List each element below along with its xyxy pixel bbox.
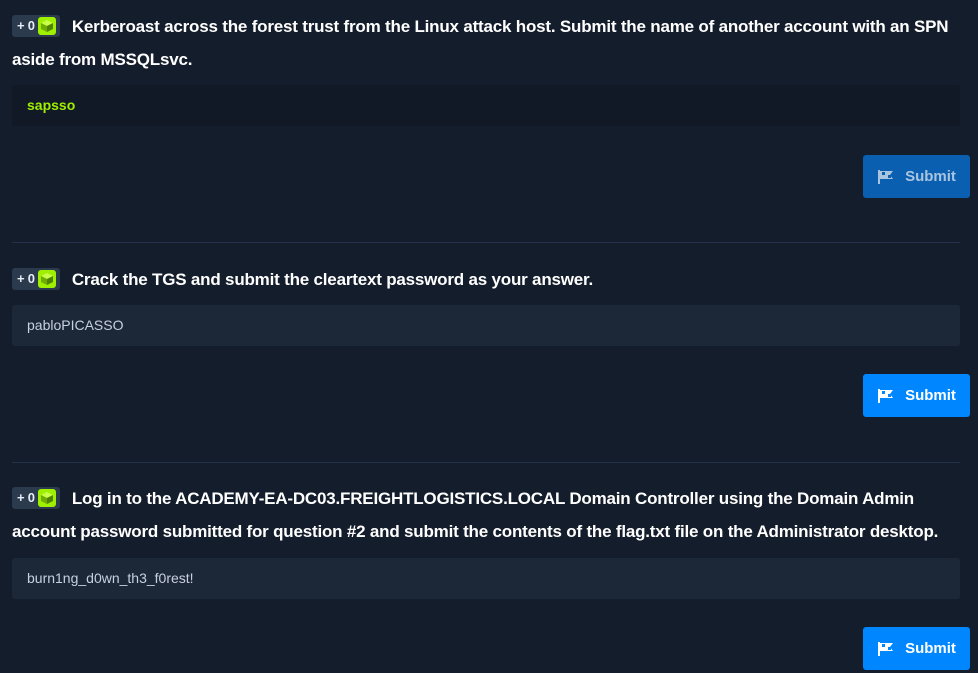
flag-icon — [878, 169, 894, 184]
answer-field[interactable]: burn1ng_d0wn_th3_f0rest! — [12, 558, 960, 599]
submit-label: Submit — [905, 640, 956, 657]
question-1-header: + 0 Kerberoast across the forest trust f… — [12, 10, 960, 76]
divider — [12, 242, 960, 243]
question-2-header: + 0 Crack the TGS and submit the clearte… — [12, 263, 960, 296]
question-text: Crack the TGS and submit the cleartext p… — [71, 270, 594, 289]
cube-icon — [37, 17, 56, 35]
submit-label: Submit — [905, 387, 956, 404]
question-3-header: + 0 Log in to the ACADEMY-EA-DC03.FREIGH… — [12, 482, 960, 548]
question-3: + 0 Log in to the ACADEMY-EA-DC03.FREIGH… — [12, 482, 960, 599]
flag-icon — [878, 388, 894, 403]
questions-panel: + 0 Kerberoast across the forest trust f… — [0, 0, 978, 673]
submit-button[interactable]: Submit — [863, 627, 970, 670]
submit-button[interactable]: Submit — [863, 155, 970, 198]
cube-icon — [37, 489, 56, 507]
answer-field[interactable]: pabloPICASSO — [12, 305, 960, 346]
question-1: + 0 Kerberoast across the forest trust f… — [12, 10, 960, 126]
cube-icon — [37, 270, 56, 288]
points-badge: + 0 — [12, 268, 60, 290]
submit-button[interactable]: Submit — [863, 374, 970, 417]
points-label: + 0 — [17, 271, 35, 286]
question-2: + 0 Crack the TGS and submit the clearte… — [12, 263, 960, 346]
submit-label: Submit — [905, 168, 956, 185]
points-badge: + 0 — [12, 15, 60, 37]
points-badge: + 0 — [12, 487, 60, 509]
flag-icon — [878, 641, 894, 656]
question-text: Kerberoast across the forest trust from … — [12, 17, 949, 69]
divider — [12, 462, 960, 463]
points-label: + 0 — [17, 18, 35, 33]
question-text: Log in to the ACADEMY-EA-DC03.FREIGHTLOG… — [12, 489, 939, 541]
answer-field[interactable]: sapsso — [12, 85, 960, 126]
points-label: + 0 — [17, 490, 35, 505]
